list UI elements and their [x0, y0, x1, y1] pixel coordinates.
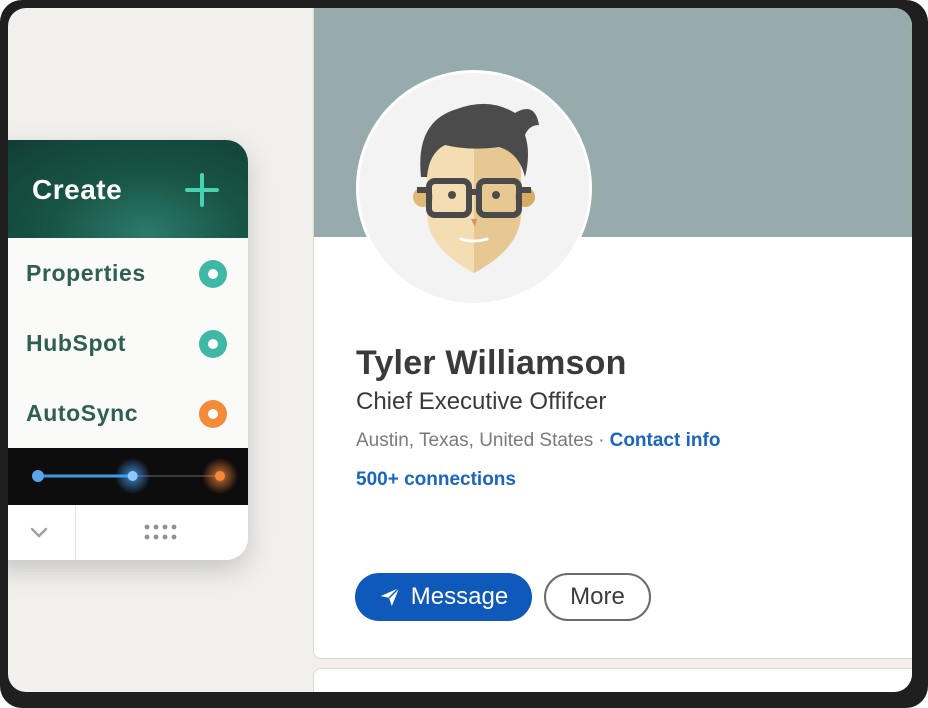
screen: Tyler Williamson Chief Executive Offifce…	[8, 8, 912, 692]
more-button-label: More	[570, 583, 625, 610]
status-dot-icon	[199, 330, 227, 358]
send-icon	[380, 587, 400, 607]
slider-knob	[127, 471, 138, 481]
item-label: HubSpot	[26, 330, 127, 356]
create-label: Create	[32, 174, 123, 205]
slider-end-dot	[215, 471, 225, 481]
connections-link[interactable]: 500+ connections	[356, 469, 516, 491]
item-label: Properties	[26, 260, 146, 286]
avatar-icon[interactable]	[356, 70, 592, 306]
list-item-properties[interactable]: Properties	[8, 238, 248, 308]
contact-info-link[interactable]: Contact info	[610, 430, 721, 451]
create-widget: Create Properties HubSpot AutoSync	[8, 140, 248, 560]
grid-dots-icon[interactable]	[144, 523, 178, 541]
profile-location: Austin, Texas, United States	[356, 430, 594, 451]
message-button-label: Message	[410, 583, 509, 610]
widget-footer	[8, 505, 248, 560]
chevron-down-icon[interactable]	[28, 521, 50, 543]
more-button[interactable]: More	[544, 573, 651, 621]
separator: ·	[598, 430, 605, 451]
location-row: Austin, Texas, United States · Contact inf…	[356, 430, 720, 452]
item-label: AutoSync	[26, 400, 139, 426]
list-item-hubspot[interactable]: HubSpot	[8, 308, 248, 378]
slider-start-dot	[32, 470, 44, 482]
profile-title: Chief Executive Offifcer	[356, 388, 607, 415]
status-dot-icon	[199, 400, 227, 428]
next-card	[313, 668, 912, 692]
plus-icon[interactable]	[184, 172, 220, 208]
profile-name: Tyler Williamson	[356, 344, 627, 382]
message-button[interactable]: Message	[355, 573, 532, 621]
status-dot-icon	[199, 260, 227, 288]
profile-card: Tyler Williamson Chief Executive Offifce…	[313, 8, 912, 659]
divider	[75, 505, 76, 560]
device-frame: Tyler Williamson Chief Executive Offifce…	[0, 0, 928, 708]
progress-slider[interactable]	[8, 448, 248, 505]
widget-list: Properties HubSpot AutoSync	[8, 238, 248, 448]
create-button[interactable]: Create	[8, 140, 248, 238]
list-item-autosync[interactable]: AutoSync	[8, 378, 248, 448]
